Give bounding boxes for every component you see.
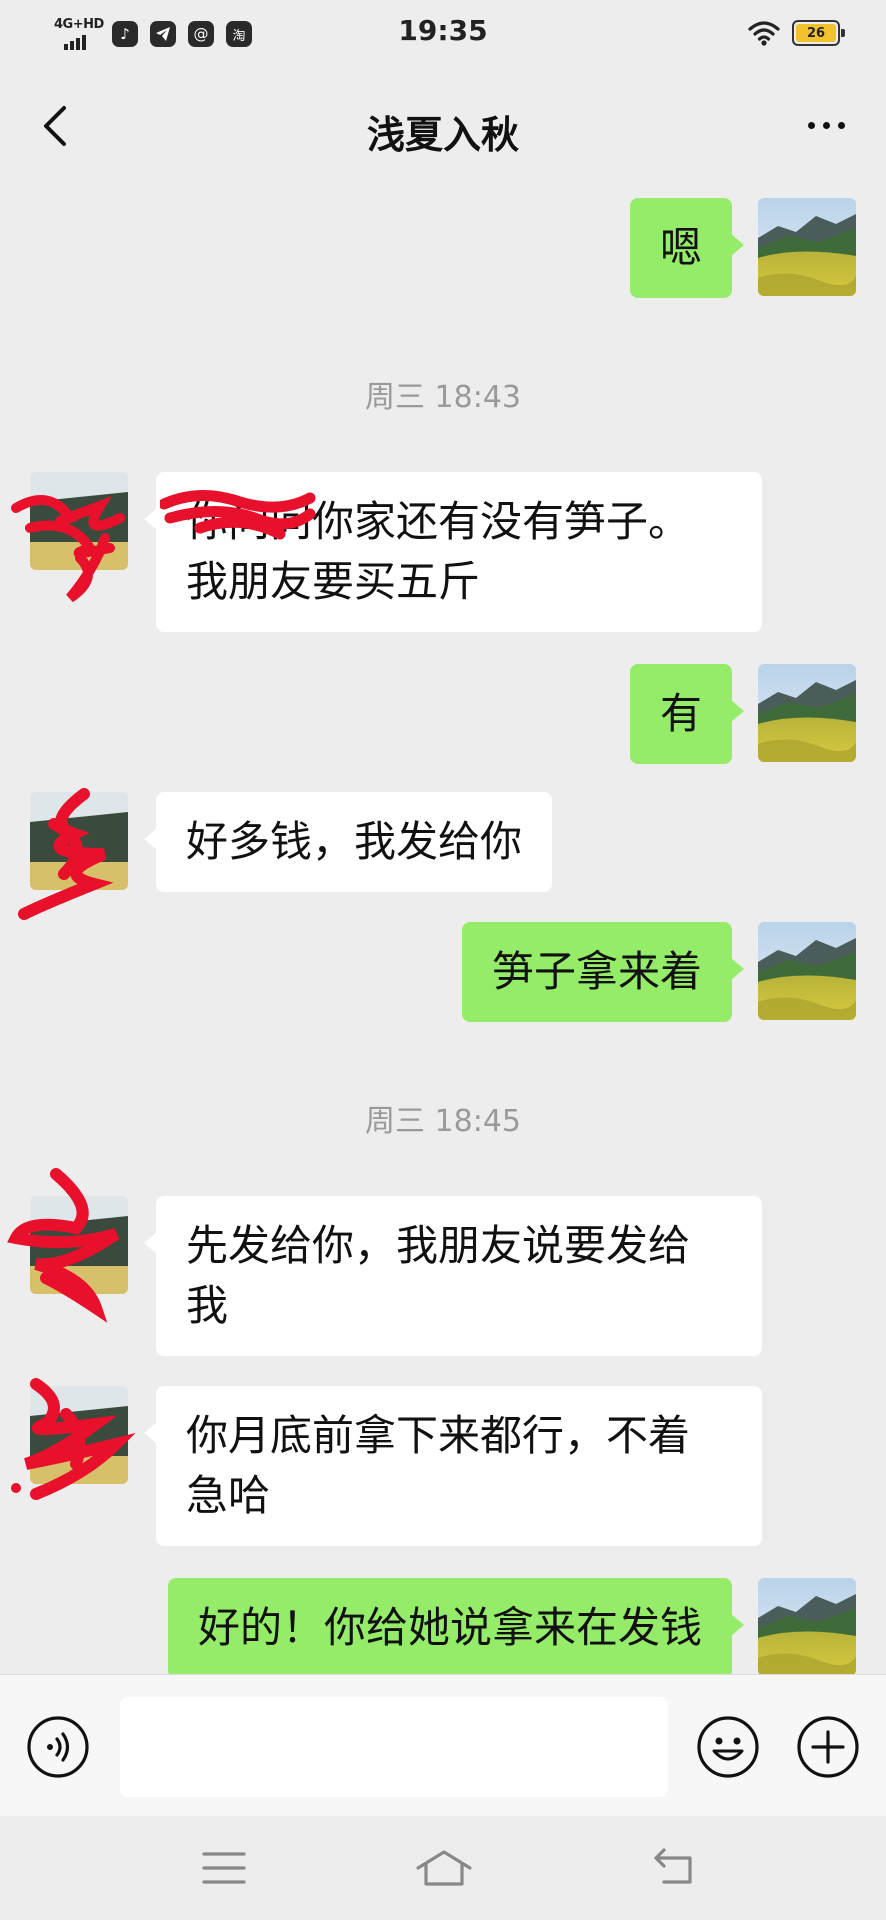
message-bubble-sent[interactable]: 有 — [629, 664, 745, 764]
message-text: 笋子拿来着 — [491, 947, 702, 996]
contact-avatar[interactable] — [30, 1386, 128, 1484]
message-bubble-received[interactable]: 你月底前拿下来都行，不着 急哈 — [144, 1386, 762, 1546]
chat-header: 浅夏入秋 — [0, 66, 886, 188]
system-navigation-bar — [0, 1816, 886, 1920]
my-avatar[interactable] — [758, 198, 856, 296]
chat-title: 浅夏入秋 — [366, 113, 519, 157]
more-dot-icon — [822, 121, 830, 129]
message-bubble-sent[interactable]: 好的！你给她说拿来在发钱 — [167, 1578, 745, 1674]
my-avatar[interactable] — [758, 664, 856, 762]
message-text-line: 你月底前拿下来都行，不着 — [186, 1411, 691, 1460]
message-timestamp: 周三 18:43 — [365, 380, 521, 415]
message-text: 嗯 — [659, 223, 702, 272]
contact-avatar[interactable] — [30, 472, 128, 570]
contact-avatar[interactable] — [30, 792, 128, 890]
status-right-icons: 26 — [748, 20, 845, 46]
battery-level: 26 — [796, 24, 836, 42]
wifi-icon — [748, 21, 780, 46]
message-bubble-received[interactable]: 你问问你家还有没有笋子。 我朋友要买五斤 — [144, 472, 762, 632]
message-input[interactable] — [120, 1697, 668, 1797]
more-dot-icon — [807, 121, 815, 129]
home-button[interactable] — [414, 1846, 474, 1890]
message-text-line: 我 — [186, 1281, 229, 1330]
more-options-button[interactable] — [796, 100, 856, 150]
contact-avatar[interactable] — [30, 1196, 128, 1294]
my-avatar[interactable] — [758, 922, 856, 1020]
menu-icon — [202, 1852, 246, 1884]
more-dot-icon — [837, 121, 845, 129]
home-icon — [416, 1850, 472, 1886]
input-bar — [0, 1674, 886, 1816]
status-bar: 4G+HD ♪ @ 淘 19:35 26 — [0, 0, 886, 66]
emoji-button[interactable] — [696, 1715, 760, 1779]
message-text-line: 急哈 — [186, 1471, 271, 1520]
voice-input-button[interactable] — [26, 1715, 90, 1779]
emoji-icon — [697, 1716, 759, 1778]
message-bubble-received[interactable]: 好多钱，我发给你 — [143, 792, 553, 892]
message-text: 好的！你给她说拿来在发钱 — [197, 1603, 702, 1652]
message-text-line: 先发给你，我朋友说要发给 — [186, 1221, 691, 1270]
message-list[interactable]: 嗯 周三 18:43 你问问你家还有没有笋子。 我朋友要买五斤 有 好多钱，我发… — [0, 188, 886, 1674]
message-text-line: 你问问你家还有没有笋子。 — [186, 497, 691, 546]
message-bubble-received[interactable]: 先发给你，我朋友说要发给 我 — [144, 1196, 762, 1356]
more-functions-button[interactable] — [796, 1715, 860, 1779]
message-bubble-sent[interactable]: 嗯 — [629, 198, 745, 298]
message-bubble-sent[interactable]: 笋子拿来着 — [461, 922, 745, 1022]
menu-button[interactable] — [200, 1846, 248, 1890]
message-text: 好多钱，我发给你 — [186, 817, 523, 866]
return-icon — [654, 1848, 692, 1884]
message-text-line: 我朋友要买五斤 — [186, 557, 481, 606]
voice-icon — [27, 1716, 89, 1778]
my-avatar[interactable] — [758, 1578, 856, 1674]
plus-icon — [797, 1716, 859, 1778]
message-timestamp: 周三 18:45 — [365, 1104, 521, 1139]
message-text: 有 — [659, 689, 702, 738]
back-nav-button[interactable] — [650, 1846, 698, 1890]
battery-icon: 26 — [792, 20, 845, 46]
